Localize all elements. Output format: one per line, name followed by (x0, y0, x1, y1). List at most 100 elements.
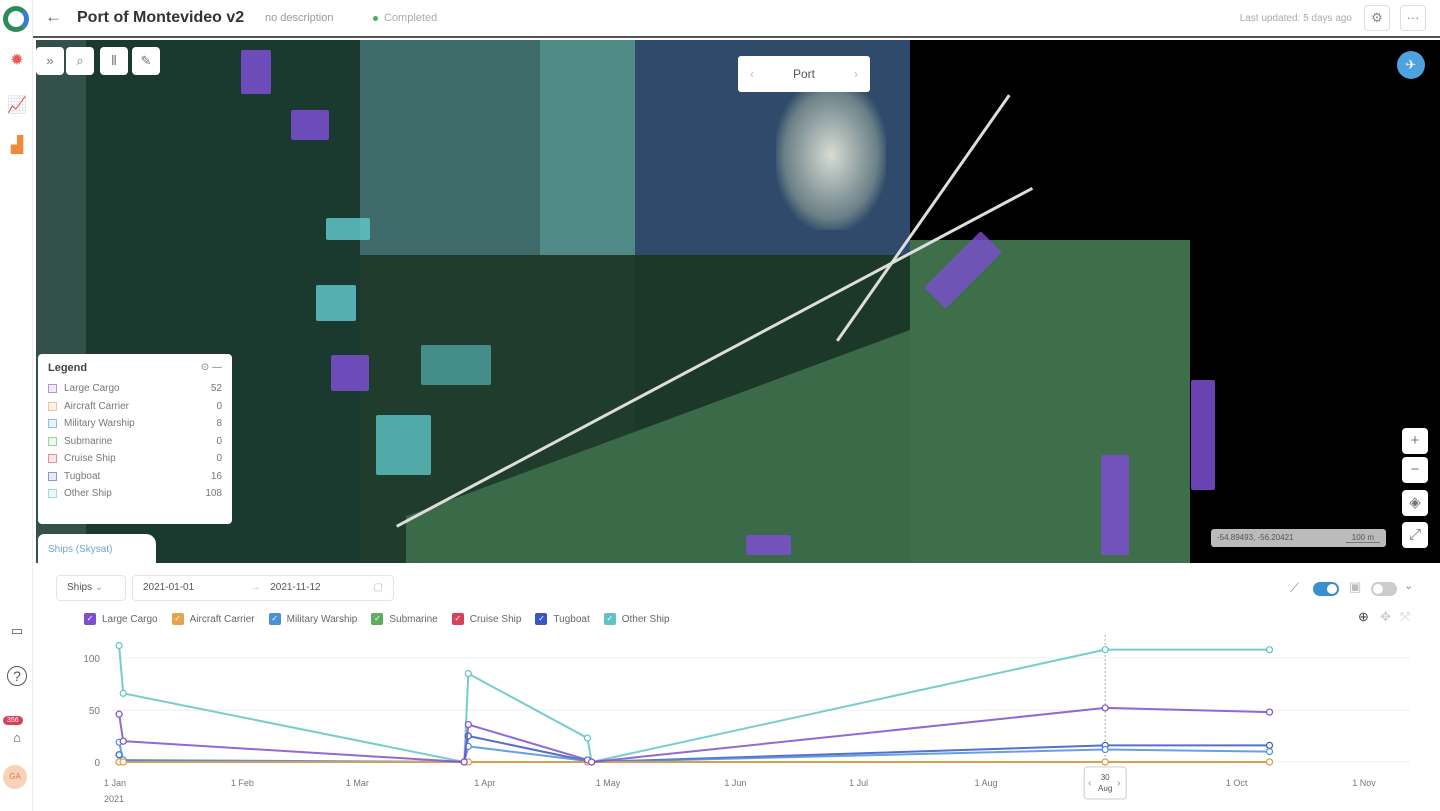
y-tick-label: 100 (83, 654, 100, 665)
data-point (115, 710, 123, 718)
draw-button[interactable]: ✎ (132, 47, 160, 75)
series-line-large-cargo (118, 706, 1270, 764)
layer-type-value: Ships (67, 582, 93, 593)
data-point (119, 758, 127, 766)
cursor-next-icon: › (1117, 778, 1120, 789)
zoom-chart-icon[interactable]: ⊕ (1358, 609, 1369, 625)
series-toggle[interactable]: ✓ Large Cargo (84, 613, 158, 625)
x-tick-label: 1 Aug (974, 778, 997, 788)
ship-marker[interactable] (376, 415, 431, 475)
chevron-down-icon: ⌄ (94, 582, 104, 593)
ship-marker[interactable] (326, 218, 370, 240)
date-from[interactable]: 2021-01-01 (143, 576, 250, 600)
ship-marker[interactable] (1101, 455, 1129, 555)
previous-aoi-button[interactable]: ‹ (750, 67, 754, 81)
ship-marker[interactable] (746, 535, 791, 555)
ship-marker[interactable] (421, 345, 491, 385)
back-arrow-icon[interactable]: ← (45, 7, 62, 27)
fullscreen-button[interactable]: ⤢ (1402, 522, 1428, 548)
zoom-out-button[interactable]: − (1402, 457, 1428, 483)
map-legend: Legend ⊙ — Large Cargo 52 Aircraft Carrier… (38, 354, 232, 524)
expand-panel-button[interactable]: » (36, 47, 64, 75)
series-toggle-label: Military Warship (286, 613, 358, 625)
map-analysis-icon[interactable]: ✹ (4, 48, 30, 74)
legend-item: Cruise Ship 0 (48, 450, 222, 468)
more-button[interactable]: ··· (1400, 5, 1426, 31)
legend-item-name: Other Ship (64, 488, 112, 500)
data-point (583, 734, 592, 742)
ship-marker[interactable] (331, 355, 369, 391)
series-toggle[interactable]: ✓ Tugboat (535, 613, 590, 625)
ship-count-chart[interactable]: 0 50 100 1 Jan 1 Feb 1 Mar 1 Apr 1 May 1 Jun 1 Ju… (0, 630, 1440, 811)
app-logo[interactable] (3, 6, 29, 32)
data-point (1101, 704, 1109, 712)
settings-button[interactable]: ⚙ (1364, 5, 1390, 31)
ship-class-swatch-icon (48, 436, 57, 446)
aoi-navigator: ‹ Port › (738, 56, 870, 92)
map-tile (540, 40, 635, 255)
ship-marker[interactable] (291, 110, 329, 140)
map-tile (776, 80, 886, 230)
data-point (587, 758, 596, 766)
date-to[interactable]: 2021-11-12 (270, 576, 373, 600)
pan-chart-icon[interactable]: ✥ (1380, 609, 1391, 625)
legend-item: Other Ship 108 (48, 485, 222, 503)
ship-class-swatch-icon (48, 454, 57, 464)
data-point (115, 641, 123, 650)
ship-class-swatch-icon (48, 384, 57, 394)
data-point (1101, 758, 1109, 766)
series-toggle[interactable]: ✓ Submarine (371, 613, 438, 625)
date-range-picker[interactable]: 2021-01-01 → 2021-11-12 ▢ (132, 575, 394, 601)
legend-item-name: Large Cargo (64, 383, 120, 395)
collapse-panel-icon[interactable]: ⌄ (1404, 579, 1413, 592)
series-toggle[interactable]: ✓ Cruise Ship (451, 613, 521, 625)
ship-marker[interactable] (241, 50, 271, 94)
checkbox-icon[interactable]: ✓ (171, 613, 184, 625)
zoom-in-button[interactable]: + (1402, 428, 1428, 454)
compare-button[interactable]: ⫴ (100, 47, 128, 75)
checkbox-icon[interactable]: ✓ (535, 613, 548, 625)
cursor-prev-icon: ‹ (1088, 778, 1091, 789)
data-point (1265, 646, 1274, 654)
tab-ships-skysat[interactable]: Ships (Skysat) (38, 534, 156, 564)
checkbox-icon[interactable]: ✓ (371, 613, 384, 625)
legend-item-name: Aircraft Carrier (64, 400, 130, 412)
search-button[interactable]: ⌕ (66, 47, 94, 75)
series-toggle[interactable]: ✓ Military Warship (268, 613, 358, 625)
checkbox-icon[interactable]: ✓ (451, 613, 464, 625)
ship-marker[interactable] (1191, 380, 1215, 490)
ship-class-swatch-icon (48, 489, 57, 499)
series-toggle[interactable]: ✓ Aircraft Carrier (171, 613, 255, 625)
checkbox-icon[interactable]: ✓ (603, 613, 616, 625)
calendar-toggle[interactable] (1371, 582, 1397, 596)
series-toggle-label: Large Cargo (102, 613, 158, 625)
last-updated: Last updated: 5 days ago (1239, 13, 1352, 24)
series-toggle[interactable]: ✓ Other Ship (603, 613, 670, 625)
chart-toggle[interactable] (1313, 582, 1339, 596)
layer-type-select[interactable]: Ships ⌄ (56, 575, 126, 601)
ship-class-swatch-icon (48, 471, 57, 481)
ship-marker[interactable] (316, 285, 356, 321)
x-tick-label: 1 Oct (1226, 778, 1248, 788)
description[interactable]: no description (265, 12, 334, 24)
year-label: 2021 (104, 794, 124, 804)
legend-title: Legend (48, 362, 88, 374)
legend-item: Military Warship 8 (48, 415, 222, 433)
line-chart-icon[interactable]: ⟋ (1290, 580, 1299, 596)
checkbox-icon[interactable]: ✓ (268, 613, 281, 625)
legend-item-count: 0 (216, 400, 222, 412)
legend-collapse-icon[interactable]: ⊙ — (201, 362, 222, 374)
calendar-view-icon[interactable]: ▣ (1349, 579, 1361, 595)
data-point (1265, 741, 1274, 749)
layers-button[interactable]: ◈ (1402, 490, 1428, 516)
satellite-map[interactable]: » ⌕ ⫴ ✎ ‹ Port › ✈ + − ◈ ⤢ -54.89493, -5… (36, 40, 1440, 563)
y-tick-label: 0 (94, 758, 100, 769)
next-aoi-button[interactable]: › (854, 67, 858, 81)
checkbox-icon[interactable]: ✓ (84, 613, 96, 625)
bar-chart-icon[interactable]: ▟ (4, 133, 30, 159)
chart-analysis-icon[interactable]: 📈 (4, 93, 30, 119)
legend-item-name: Cruise Ship (64, 453, 116, 465)
series-toggle-label: Tugboat (553, 613, 590, 625)
globe-icon[interactable]: ✈ (1397, 51, 1425, 79)
reset-chart-icon[interactable]: ⤧ (1400, 609, 1410, 625)
